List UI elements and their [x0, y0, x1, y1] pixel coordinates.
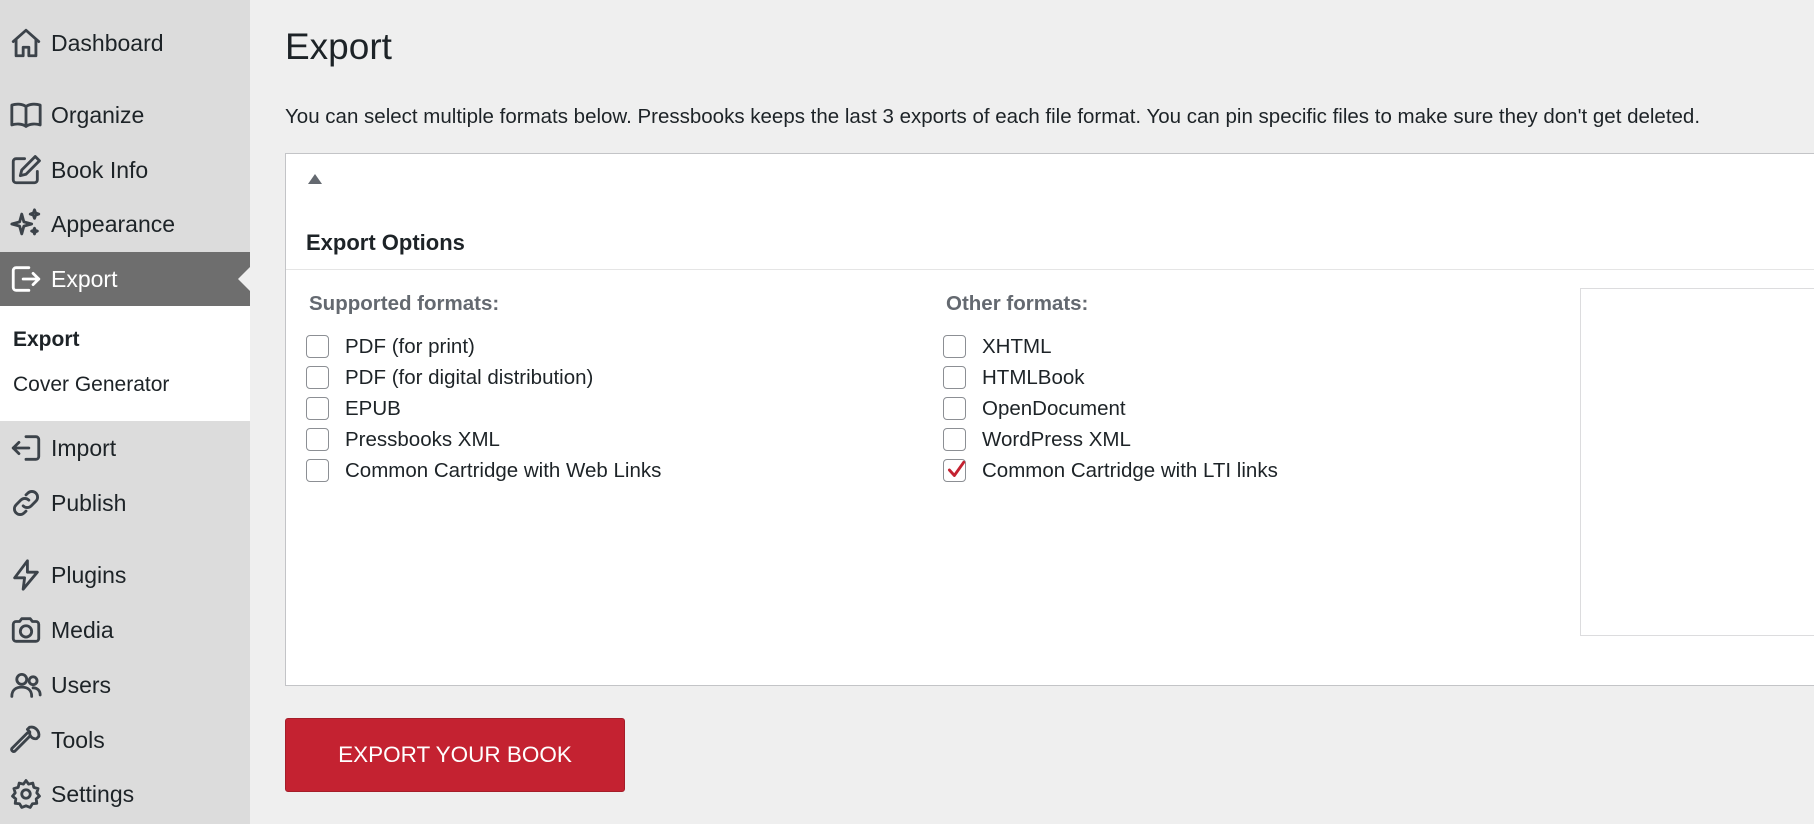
checkbox[interactable] [306, 366, 329, 389]
sidebar-item-label: Organize [51, 101, 145, 128]
format-option-htmlbook[interactable]: HTMLBook [943, 362, 1085, 393]
active-indicator [238, 267, 250, 291]
gear-icon [8, 776, 44, 812]
format-option-wordpress-xml[interactable]: WordPress XML [943, 424, 1131, 455]
wrench-icon [8, 722, 44, 758]
sidebar-item-organize[interactable]: Organize [0, 88, 250, 142]
sidebar-item-label: Users [51, 671, 112, 698]
format-label: PDF (for digital distribution) [345, 365, 594, 389]
sidebar-item-export[interactable]: Export [0, 252, 250, 306]
sidebar-item-label: Tools [51, 726, 105, 753]
sidebar-item-dashboard[interactable]: Dashboard [0, 16, 250, 70]
format-option-epub[interactable]: EPUB [306, 393, 401, 424]
sidebar-item-users[interactable]: Users [0, 658, 250, 712]
sidebar-item-book-info[interactable]: Book Info [0, 143, 250, 197]
format-label: Common Cartridge with LTI links [982, 458, 1278, 482]
link-icon [8, 485, 44, 521]
sidebar-item-label: Plugins [51, 561, 127, 588]
sidebar-item-label: Book Info [51, 156, 149, 183]
format-label: EPUB [345, 396, 401, 420]
sidebar-item-import[interactable]: Import [0, 421, 250, 475]
export-your-book-button[interactable]: EXPORT YOUR BOOK [285, 718, 625, 792]
intro-text: You can select multiple formats below. P… [285, 105, 1701, 128]
format-label: Pressbooks XML [345, 427, 500, 451]
format-option-pressbooks-xml[interactable]: Pressbooks XML [306, 424, 500, 455]
divider [286, 269, 1814, 270]
sidebar-item-label: Dashboard [51, 29, 164, 56]
camera-icon [8, 612, 44, 648]
checkbox[interactable] [943, 335, 966, 358]
panel-heading: Export Options [306, 230, 465, 255]
bolt-icon [8, 557, 44, 593]
format-option-pdf-print[interactable]: PDF (for print) [306, 331, 475, 362]
edit-icon [8, 152, 44, 188]
export-submenu: Export Cover Generator [0, 306, 250, 421]
sidebar-item-label: Publish [51, 489, 127, 516]
sidebar-item-label: Settings [51, 780, 135, 807]
format-label: WordPress XML [982, 427, 1131, 451]
sidebar-item-label: Media [51, 616, 114, 643]
admin-sidebar: Dashboard Organize Book Info Appearance … [0, 0, 250, 824]
checkbox-checked[interactable] [943, 459, 966, 482]
submenu-item-cover-generator[interactable]: Cover Generator [13, 373, 169, 397]
checkbox[interactable] [943, 397, 966, 420]
format-option-cc-web-links[interactable]: Common Cartridge with Web Links [306, 455, 661, 486]
book-open-icon [8, 97, 44, 133]
page-title: Export [285, 26, 392, 67]
sparkles-icon [8, 206, 44, 242]
checkbox[interactable] [943, 366, 966, 389]
export-icon [8, 261, 44, 297]
sidebar-item-appearance[interactable]: Appearance [0, 197, 250, 251]
submenu-item-export[interactable]: Export [13, 328, 80, 352]
format-label: OpenDocument [982, 396, 1126, 420]
import-icon [8, 430, 44, 466]
collapse-toggle-icon[interactable] [308, 174, 322, 184]
format-option-opendocument[interactable]: OpenDocument [943, 393, 1126, 424]
sidebar-item-label: Export [51, 265, 118, 292]
export-preview-box [1580, 288, 1814, 636]
supported-formats-heading: Supported formats: [309, 292, 500, 315]
home-icon [8, 25, 44, 61]
checkmark-icon [947, 460, 966, 477]
sidebar-item-publish[interactable]: Publish [0, 476, 250, 530]
checkbox[interactable] [306, 335, 329, 358]
checkbox[interactable] [943, 428, 966, 451]
format-label: HTMLBook [982, 365, 1085, 389]
sidebar-item-media[interactable]: Media [0, 603, 250, 657]
sidebar-item-plugins[interactable]: Plugins [0, 548, 250, 602]
sidebar-item-tools[interactable]: Tools [0, 713, 250, 767]
format-option-pdf-digital[interactable]: PDF (for digital distribution) [306, 362, 593, 393]
format-label: Common Cartridge with Web Links [345, 458, 662, 482]
format-label: PDF (for print) [345, 334, 475, 358]
checkbox[interactable] [306, 428, 329, 451]
checkbox[interactable] [306, 397, 329, 420]
sidebar-item-label: Appearance [51, 210, 176, 237]
sidebar-item-label: Import [51, 434, 117, 461]
users-icon [8, 667, 44, 703]
checkbox[interactable] [306, 459, 329, 482]
format-option-cc-lti-links[interactable]: Common Cartridge with LTI links [943, 455, 1278, 486]
format-option-xhtml[interactable]: XHTML [943, 331, 1051, 362]
sidebar-item-settings[interactable]: Settings [0, 767, 250, 821]
export-options-panel: Export Options Supported formats: Other … [285, 153, 1814, 686]
format-label: XHTML [982, 334, 1052, 358]
other-formats-heading: Other formats: [946, 292, 1089, 315]
